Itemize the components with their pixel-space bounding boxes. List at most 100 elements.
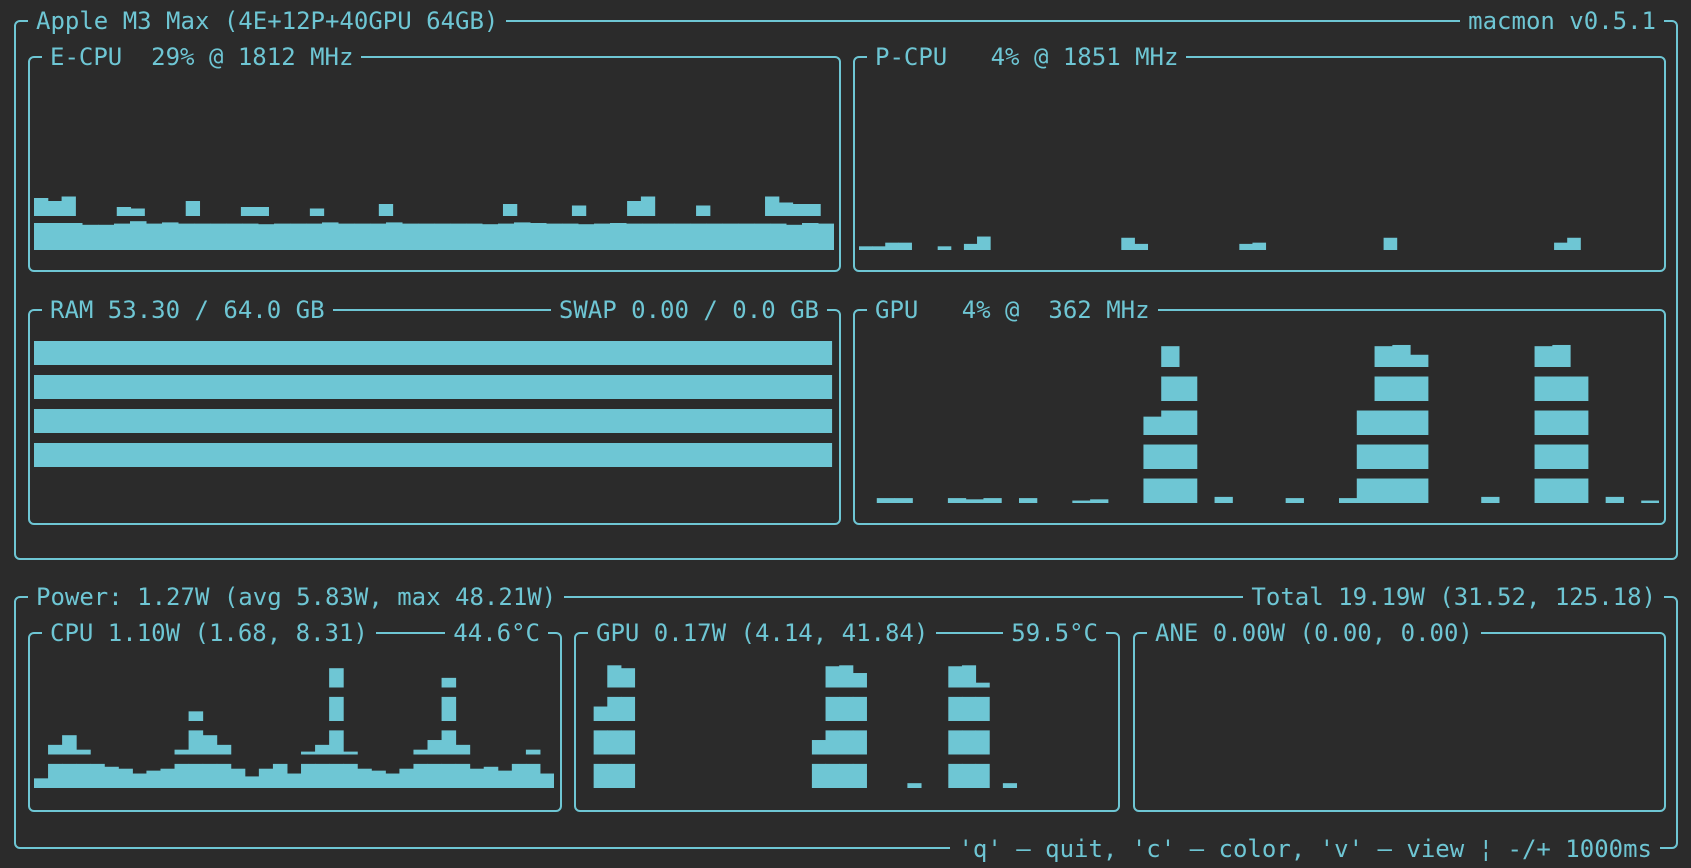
ecpu-peak (309, 208, 325, 216)
ecpu-bar (82, 224, 99, 250)
gpu-bar (1552, 478, 1571, 503)
cpu-power-bar (441, 696, 457, 721)
gpu-bar (1374, 478, 1393, 503)
ecpu-bar (770, 223, 787, 250)
cpu-power-bar (385, 773, 400, 788)
gpu-bar (1410, 354, 1429, 367)
cpu-temp: 44.6°C (445, 619, 548, 647)
gpu-bar (1481, 496, 1500, 503)
cpu-power-bar (244, 776, 260, 788)
cpu-power-bar (413, 749, 429, 755)
ecpu-peak (185, 201, 201, 216)
gpu-power-bar (620, 763, 636, 788)
pcpu-bar (885, 242, 899, 250)
gpu-temp: 59.5°C (1003, 619, 1106, 647)
gpu-bar (1392, 376, 1411, 401)
ecpu-bar (818, 223, 834, 250)
ecpu-peak (502, 204, 518, 216)
gpu-power-bar (811, 740, 827, 755)
ecpu-bar (674, 223, 691, 250)
gpu-bar (1339, 498, 1358, 503)
ecpu-bar (642, 223, 659, 250)
cpu-power-bar (455, 763, 471, 788)
gpu-power-bar (907, 783, 922, 788)
gpu-power-bar (852, 730, 867, 755)
gpu-bar (1410, 444, 1429, 469)
cpu-power-bar (301, 751, 316, 755)
ram-usage-bars (34, 341, 833, 467)
ecpu-bar (178, 223, 195, 250)
gpu-bar (1570, 478, 1589, 503)
gpu-bar (1161, 444, 1180, 469)
gpu-power-bar (948, 730, 963, 755)
ecpu-peak (571, 205, 587, 216)
cpu-power-bar (357, 768, 372, 788)
power-total: Total 19.19W (31.52, 125.18) (1243, 583, 1664, 611)
gpu-bar (1410, 376, 1429, 401)
ecpu-bar (754, 223, 771, 250)
gpu-bar (1179, 478, 1198, 503)
ecpu-bar (418, 223, 435, 250)
ecpu-peak (378, 204, 394, 216)
cpu-power-bar (455, 744, 471, 755)
gpu-power-bar (975, 730, 990, 755)
ecpu-bar (578, 224, 595, 250)
gpu-power-bar (811, 763, 827, 788)
ecpu-bar (802, 223, 819, 250)
ram-row (34, 443, 833, 467)
cpu-power-bar (104, 766, 119, 788)
gpu-bar (1179, 410, 1198, 435)
ecpu-bar (194, 223, 211, 250)
gpu-power-bar (961, 763, 977, 788)
ecpu-bar (290, 223, 307, 250)
ecpu-bar (530, 223, 547, 250)
ecpu-bar (594, 223, 611, 250)
gpu-bar (1534, 478, 1553, 503)
ecpu-bar (322, 222, 339, 250)
cpu-power-bar (62, 763, 77, 788)
cpu-power-bar (174, 763, 190, 788)
cpu-power-bar (329, 668, 344, 688)
cpu-power-sparkline (34, 668, 554, 788)
ram-row (34, 375, 833, 399)
gpu-power-bar (620, 668, 636, 688)
cpu-power-bar (329, 696, 344, 721)
ecpu-bar (34, 223, 51, 250)
ecpu-bar (258, 224, 275, 250)
ecpu-bar (658, 223, 675, 250)
gpu-power-bar (607, 665, 622, 688)
ecpu-peak (627, 201, 642, 216)
gpu-power-bar (839, 696, 854, 721)
gpu-power-bar (839, 665, 854, 688)
gpu-bar (1534, 410, 1553, 435)
cpu-power-bar (371, 770, 386, 788)
cpu-power-bar (76, 749, 91, 755)
pcpu-sparkline (859, 236, 1581, 250)
ecpu-peak (792, 204, 807, 216)
cpu-power-bar (427, 763, 443, 788)
gpu-bar (1392, 344, 1411, 367)
ecpu-bar (450, 223, 467, 250)
ane-power-title: ANE 0.00W (0.00, 0.00) (1147, 619, 1481, 647)
gpu-power-bar (975, 696, 990, 721)
device-title: Apple M3 Max (4E+12P+40GPU 64GB) (28, 7, 507, 35)
pcpu-bar (898, 242, 912, 250)
gpu-power-title: GPU 0.17W (4.14, 41.84) (588, 619, 937, 647)
ecpu-bar (514, 222, 531, 250)
cpu-power-bar (90, 763, 105, 788)
gpu-power-bar (961, 730, 977, 755)
cpu-power-bar (511, 763, 527, 788)
pcpu-bar (859, 246, 873, 250)
gpu-bar (1570, 376, 1589, 401)
cpu-power-bar (76, 763, 91, 788)
gpu-power-bar (825, 730, 840, 755)
cpu-power-bar (441, 730, 457, 755)
gpu-bar (1410, 478, 1429, 503)
pcpu-bar (1134, 243, 1149, 250)
gpu-bar (1534, 376, 1553, 401)
gpu-power-bar (852, 696, 867, 721)
gpu-bar (1179, 376, 1198, 401)
gpu-bar (1552, 444, 1571, 469)
cpu-power-bar (343, 763, 358, 788)
ecpu-bar (498, 223, 515, 250)
